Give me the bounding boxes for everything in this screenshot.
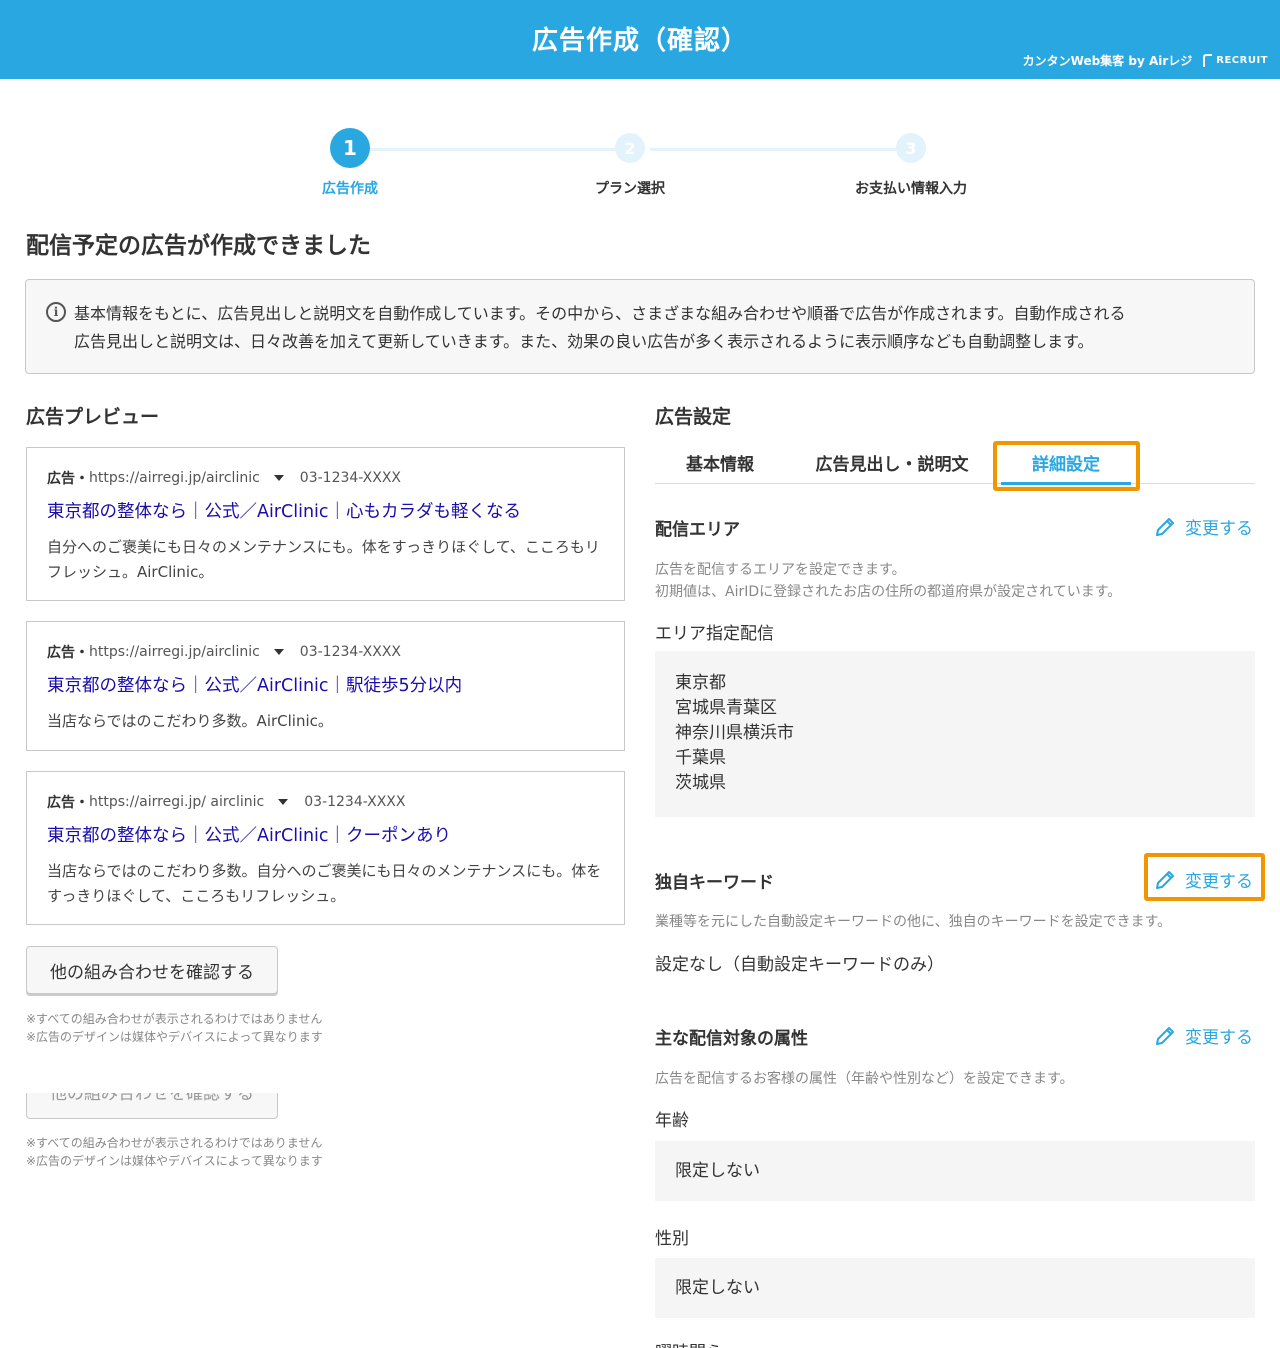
gender-value: 限定しない — [675, 1278, 760, 1298]
brand: カンタンWeb集客 by Airレジ RECRUIT — [1023, 52, 1268, 69]
audience-setting-description: 広告を配信するお客様の属性（年齢や性別など）を設定できます。 — [655, 1071, 1074, 1087]
ad-meta: 広告・ https://airregi.jp/airclinic 03-1234… — [47, 642, 604, 662]
info-icon: i — [46, 302, 66, 322]
ad-label: 広告・ — [47, 795, 89, 811]
note-line: ※広告のデザインは媒体やデバイスによって異なります — [26, 1154, 323, 1168]
step-2: 2 プラン選択 — [540, 128, 720, 198]
area-list-box: 東京都 宮城県青葉区 神奈川県横浜市 千葉県 茨城県 — [655, 651, 1255, 817]
recruit-logo: RECRUIT — [1202, 53, 1268, 68]
ad-description: 当店ならではのこだわり多数。AirClinic。 — [47, 712, 333, 730]
area-item: 神奈川県横浜市 — [675, 723, 794, 743]
gender-label: 性別 — [655, 1229, 689, 1249]
area-list: 東京都 宮城県青葉区 神奈川県横浜市 千葉県 茨城県 — [675, 651, 1235, 796]
note-line: ※すべての組み合わせが表示されるわけではありません — [26, 1012, 323, 1026]
page-title: 配信予定の広告が作成できました — [26, 233, 371, 259]
caret-down-icon — [273, 649, 284, 655]
ad-label: 広告・ — [47, 645, 89, 661]
ad-url: https://airregi.jp/ airclinic — [89, 794, 265, 810]
info-line: 基本情報をもとに、広告見出しと説明文を自動作成しています。その中から、さまざまな… — [74, 304, 1126, 323]
app-header: 広告作成（確認） カンタンWeb集客 by Airレジ RECRUIT — [0, 0, 1280, 79]
ad-meta: 広告・ https://airregi.jp/airclinic 03-1234… — [47, 468, 604, 488]
area-item: 東京都 — [675, 673, 726, 693]
age-label: 年齢 — [655, 1111, 689, 1131]
area-mode-label: エリア指定配信 — [655, 624, 774, 644]
step-label: 広告作成 — [322, 181, 378, 197]
change-label: 変更する — [1185, 519, 1253, 539]
tab-headlines-descriptions[interactable]: 広告見出し・説明文 — [805, 440, 979, 484]
show-other-combinations-button-duplicate[interactable]: 他の組み合わせを確認する — [26, 1093, 278, 1119]
ad-meta: 広告・ https://airregi.jp/ airclinic 03-123… — [47, 792, 604, 812]
step-1: 1 広告作成 — [260, 128, 440, 198]
ad-label: 広告・ — [47, 471, 89, 487]
keyword-setting-description: 業種等を元にした自動設定キーワードの他に、独自のキーワードを設定できます。 — [655, 914, 1172, 930]
ad-headline: 東京都の整体なら｜公式／AirClinic｜クーポンあり — [47, 826, 452, 846]
step-number: 2 — [615, 133, 645, 163]
keyword-value: 設定なし（自動設定キーワードのみ） — [655, 955, 944, 975]
recruit-logo-text: RECRUIT — [1216, 55, 1268, 66]
change-label: 変更する — [1185, 1028, 1253, 1048]
brand-name: カンタンWeb集客 by Airレジ — [1022, 54, 1193, 68]
preview-notes-duplicate: ※すべての組み合わせが表示されるわけではありません ※広告のデザインは媒体やデバ… — [26, 1134, 323, 1170]
ad-preview-card: 広告・ https://airregi.jp/airclinic 03-1234… — [26, 621, 625, 751]
tab-basic-info[interactable]: 基本情報 — [655, 440, 785, 484]
caret-down-icon — [273, 475, 284, 481]
area-item: 千葉県 — [675, 748, 726, 768]
ad-headline: 東京都の整体なら｜公式／AirClinic｜駅徒歩5分以内 — [47, 676, 463, 696]
preview-section-title: 広告プレビュー — [26, 406, 160, 428]
progress-stepper: 1 広告作成 2 プラン選択 3 お支払い情報入力 — [300, 128, 967, 208]
pencil-icon — [1156, 1026, 1174, 1045]
note-line: ※すべての組み合わせが表示されるわけではありません — [26, 1136, 323, 1150]
ad-description: 当店ならではのこだわり多数。自分へのご褒美にも日々のメンテナンスにも。体をすっき… — [47, 862, 602, 905]
ad-preview-card: 広告・ https://airregi.jp/ airclinic 03-123… — [26, 771, 625, 925]
step-3: 3 お支払い情報入力 — [821, 128, 1001, 198]
change-audience-link[interactable]: 変更する — [1153, 1023, 1253, 1048]
ad-headline: 東京都の整体なら｜公式／AirClinic｜心もカラダも軽くなる — [47, 502, 522, 522]
button-label: 他の組み合わせを確認する — [50, 1093, 254, 1104]
ad-description: 自分へのご褒美にも日々のメンテナンスにも。体をすっきりほぐして、こころもリフレッ… — [47, 538, 600, 581]
audience-setting-title: 主な配信対象の属性 — [655, 1029, 808, 1049]
next-setting-label: 曜時間ら — [655, 1338, 723, 1348]
area-setting-description: 広告を配信するエリアを設定できます。 初期値は、AirIDに登録されたお店の住所… — [655, 559, 1121, 603]
age-value-box: 限定しない — [655, 1141, 1255, 1201]
show-other-combinations-button[interactable]: 他の組み合わせを確認する — [26, 946, 278, 994]
info-line: 広告見出しと説明文は、日々改善を加えて更新していきます。また、効果の良い広告が多… — [74, 332, 1094, 351]
gender-value-box: 限定しない — [655, 1258, 1255, 1318]
step-label: プラン選択 — [595, 181, 665, 197]
step-number: 3 — [896, 133, 926, 163]
recruit-mark-icon — [1203, 53, 1213, 67]
ad-phone: 03-1234-XXXX — [299, 470, 402, 486]
area-setting-title: 配信エリア — [655, 520, 740, 540]
ad-url: https://airregi.jp/airclinic — [89, 470, 260, 486]
pencil-icon — [1156, 517, 1174, 536]
area-item: 茨城県 — [675, 773, 726, 793]
area-item: 宮城県青葉区 — [675, 698, 777, 718]
note-line: ※広告のデザインは媒体やデバイスによって異なります — [26, 1030, 323, 1044]
highlight-box — [993, 441, 1140, 491]
caret-down-icon — [278, 799, 289, 805]
highlight-box — [1144, 853, 1265, 901]
desc-line: 広告を配信するエリアを設定できます。 — [655, 562, 906, 578]
settings-tabs: 基本情報 広告見出し・説明文 詳細設定 — [655, 440, 1255, 485]
ad-url: https://airregi.jp/airclinic — [89, 644, 260, 660]
ad-phone: 03-1234-XXXX — [299, 644, 402, 660]
info-text: 基本情報をもとに、広告見出しと説明文を自動作成しています。その中から、さまざまな… — [74, 300, 1234, 356]
desc-line: 初期値は、AirIDに登録されたお店の住所の都道府県が設定されています。 — [655, 584, 1122, 600]
keyword-setting-title: 独自キーワード — [655, 873, 774, 893]
ad-phone: 03-1234-XXXX — [304, 794, 406, 810]
ad-preview-card: 広告・ https://airregi.jp/airclinic 03-1234… — [26, 447, 625, 601]
step-label: お支払い情報入力 — [855, 181, 967, 197]
age-value: 限定しない — [675, 1161, 760, 1181]
preview-notes: ※すべての組み合わせが表示されるわけではありません ※広告のデザインは媒体やデバ… — [26, 1010, 323, 1046]
info-notice: i 基本情報をもとに、広告見出しと説明文を自動作成しています。その中から、さまざ… — [25, 279, 1255, 374]
change-area-link[interactable]: 変更する — [1153, 514, 1253, 539]
step-number: 1 — [330, 128, 370, 168]
settings-section-title: 広告設定 — [655, 406, 732, 428]
